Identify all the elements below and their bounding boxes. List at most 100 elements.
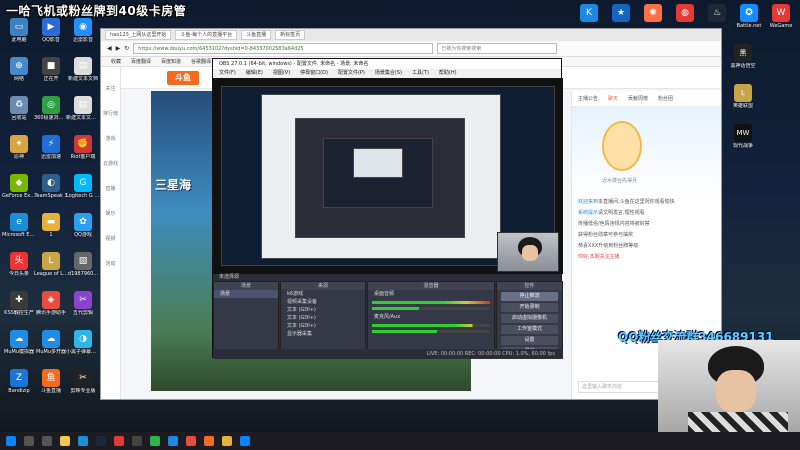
site-nav-item[interactable]: 游戏 [101, 135, 120, 142]
browser-tab[interactable]: 新标签页 [275, 30, 306, 40]
desktop-icon[interactable]: Z Bandizip [2, 369, 36, 403]
browser-search-input[interactable]: 已被为你搜索搜索 [437, 43, 558, 54]
edge-icon[interactable] [78, 436, 88, 446]
chat-text: 请文明发言,理性观看 [598, 210, 645, 216]
refresh-icon[interactable]: ↻ [124, 45, 129, 52]
desktop-icon[interactable]: 头今日头条 [2, 252, 36, 286]
chat-username[interactable]: 系统提示 [578, 210, 598, 216]
site-nav-item[interactable]: 关注 [101, 85, 120, 92]
desktop-icon[interactable]: ■ 正在开 [34, 57, 68, 91]
site-nav-item[interactable]: 视频 [101, 235, 120, 242]
chat-tab[interactable]: 粉丝团 [658, 95, 673, 102]
obs-menu-item[interactable]: 帮助(H) [439, 69, 457, 78]
source-item[interactable]: 文本 (GDI+) [281, 306, 365, 314]
explorer-icon[interactable] [60, 436, 70, 446]
obs-control-button[interactable]: 开始录制 [501, 303, 558, 312]
desktop-icon[interactable]: MW 现代战争 [726, 124, 760, 158]
desktop-icon[interactable]: W WeGame [764, 4, 798, 38]
desktop-icon[interactable]: ☁ MuMu多开器 [34, 330, 68, 364]
obs-menu-item[interactable]: 编辑(E) [246, 69, 263, 78]
chrome-icon[interactable] [114, 436, 124, 446]
desktop-icon[interactable]: ◑ 小黑子弹幕助手 [66, 330, 100, 364]
desktop-icon[interactable]: LLeague of Legends [34, 252, 68, 286]
desktop-icon[interactable]: ✂ 剪映专业版 [66, 369, 100, 403]
desktop-icon[interactable]: ✦ 原神 [2, 135, 36, 169]
desktop-icon[interactable]: ◈ 腾讯手游助手 [34, 291, 68, 325]
wechat-icon[interactable] [150, 436, 160, 446]
source-item[interactable]: 文本 (GDI+) [281, 322, 365, 330]
desktop-icon[interactable]: ✚ KSS触控生产 [2, 291, 36, 325]
folder-icon[interactable] [222, 436, 232, 446]
steam-icon[interactable] [96, 436, 106, 446]
desktop-icon[interactable]: ✿ QQ游戏 [66, 213, 100, 247]
desktop-icon[interactable]: ◐ TeamSpeak 3 [34, 174, 68, 208]
store-icon[interactable] [240, 436, 250, 446]
bookmark-item[interactable]: 百度翻译 [131, 58, 151, 65]
obs-menu-item[interactable]: 视图(V) [273, 69, 290, 78]
desktop-icon[interactable]: ☁ MuMu模拟器 [2, 330, 36, 364]
desktop-icon[interactable]: ⊕ 网络 [2, 57, 36, 91]
desktop-icon[interactable]: ✂ 五代剪辑 [66, 291, 100, 325]
forward-icon[interactable]: ▶ [116, 45, 121, 52]
obs-menu-item[interactable]: 文件(F) [219, 69, 236, 78]
site-nav-item[interactable]: 排行榜 [101, 110, 120, 117]
desktop-icon[interactable]: ▶ QQ影音 [34, 18, 68, 52]
desktop-icon[interactable]: ♻ 回收站 [2, 96, 36, 130]
desktop-icon[interactable]: ✪ Battle.net [732, 4, 766, 38]
music-icon[interactable] [186, 436, 196, 446]
desktop-icon[interactable]: ▭ 此电脑 [2, 18, 36, 52]
desktop-icon[interactable]: ▤ 新建文本文档(2) [66, 96, 100, 130]
source-item[interactable]: 显示器采集 [281, 330, 365, 338]
desktop-icon[interactable]: 鱼斗鱼直播 [34, 369, 68, 403]
desktop-icon[interactable]: e Microsoft Edge [2, 213, 36, 247]
obs-control-button[interactable]: 启动虚拟摄像机 [501, 314, 558, 323]
douyu-logo[interactable]: 斗鱼 [167, 71, 199, 85]
desktop-icon[interactable]: ✊ Riot客户端 [66, 135, 100, 169]
obs-menu-item[interactable]: 工具(T) [412, 69, 429, 78]
qq-icon[interactable] [168, 436, 178, 446]
desktop-icon[interactable]: ▤ 新建文本文档 [66, 57, 100, 91]
desktop-icon[interactable]: ▧ d1987960... [66, 252, 100, 286]
desktop-icon[interactable]: GLogitech G HUB [66, 174, 100, 208]
obs-control-button[interactable]: 工作室模式 [501, 325, 558, 334]
text-file-icon: ▤ [74, 57, 92, 75]
desktop-icon[interactable]: ◎ 360极速浏览器 [34, 96, 68, 130]
search-icon[interactable] [24, 436, 34, 446]
obs-menu-item[interactable]: 配置文件(P) [338, 69, 365, 78]
chat-username[interactable]: 欢迎来到 [578, 199, 598, 205]
task-view-icon[interactable] [42, 436, 52, 446]
bookmark-item[interactable]: 谷歌翻译 [191, 58, 211, 65]
obs-menu-item[interactable]: 停靠窗口(D) [300, 69, 328, 78]
browser-tab[interactable]: 斗鱼-每个人的直播平台 [175, 30, 238, 40]
back-icon[interactable]: ◀ [107, 45, 112, 52]
browser-tab[interactable]: 斗鱼直播 [241, 30, 272, 40]
bookmark-item[interactable]: 百度知道 [161, 58, 181, 65]
scene-item[interactable]: 场景 [214, 290, 278, 298]
source-item[interactable]: k6游戏 [281, 290, 365, 298]
source-item[interactable]: 视频采集设备 [281, 298, 365, 306]
obs-control-button[interactable]: 设置 [501, 336, 558, 345]
site-nav-item[interactable]: 直播 [101, 185, 120, 192]
obs-icon[interactable] [132, 436, 142, 446]
obs-menu-item[interactable]: 场景集合(S) [375, 69, 402, 78]
site-nav-item[interactable]: 云游戏 [101, 160, 120, 167]
desktop-icon[interactable]: ⚡ 迅雷加速 [34, 135, 68, 169]
site-nav-item[interactable]: 活动 [101, 260, 120, 267]
start-icon[interactable] [6, 436, 16, 446]
desktop-icon[interactable]: ▬ 1 [34, 213, 68, 247]
browser-tab[interactable]: hao123_上网从这里开始 [105, 30, 172, 40]
chat-tab[interactable]: 聊天 [608, 95, 618, 102]
url-input[interactable]: https://www.douyu.com/6453102?dyshid=0-8… [133, 43, 434, 54]
site-nav-item[interactable]: 娱乐 [101, 210, 120, 217]
obs-control-button[interactable]: 停止推流 [501, 292, 558, 301]
douyu-icon[interactable] [204, 436, 214, 446]
desktop-icon[interactable]: 黑黑神话悟空 [726, 44, 760, 78]
chat-tab[interactable]: 贡献周榜 [628, 95, 648, 102]
source-item[interactable]: 文本 (GDI+) [281, 314, 365, 322]
obs-window[interactable]: OBS 27.0.1 (64-bit, windows) - 配置文件: 未命名… [212, 58, 563, 359]
desktop-icon[interactable]: ◆GeForce Experience [2, 174, 36, 208]
desktop-icon[interactable]: L 英雄联盟 [726, 84, 760, 118]
desktop-icon[interactable]: ◉ 迅雷影音 [66, 18, 100, 52]
chat-tab[interactable]: 主播公告 [578, 95, 598, 102]
bookmark-item[interactable]: 收藏 [111, 58, 121, 65]
